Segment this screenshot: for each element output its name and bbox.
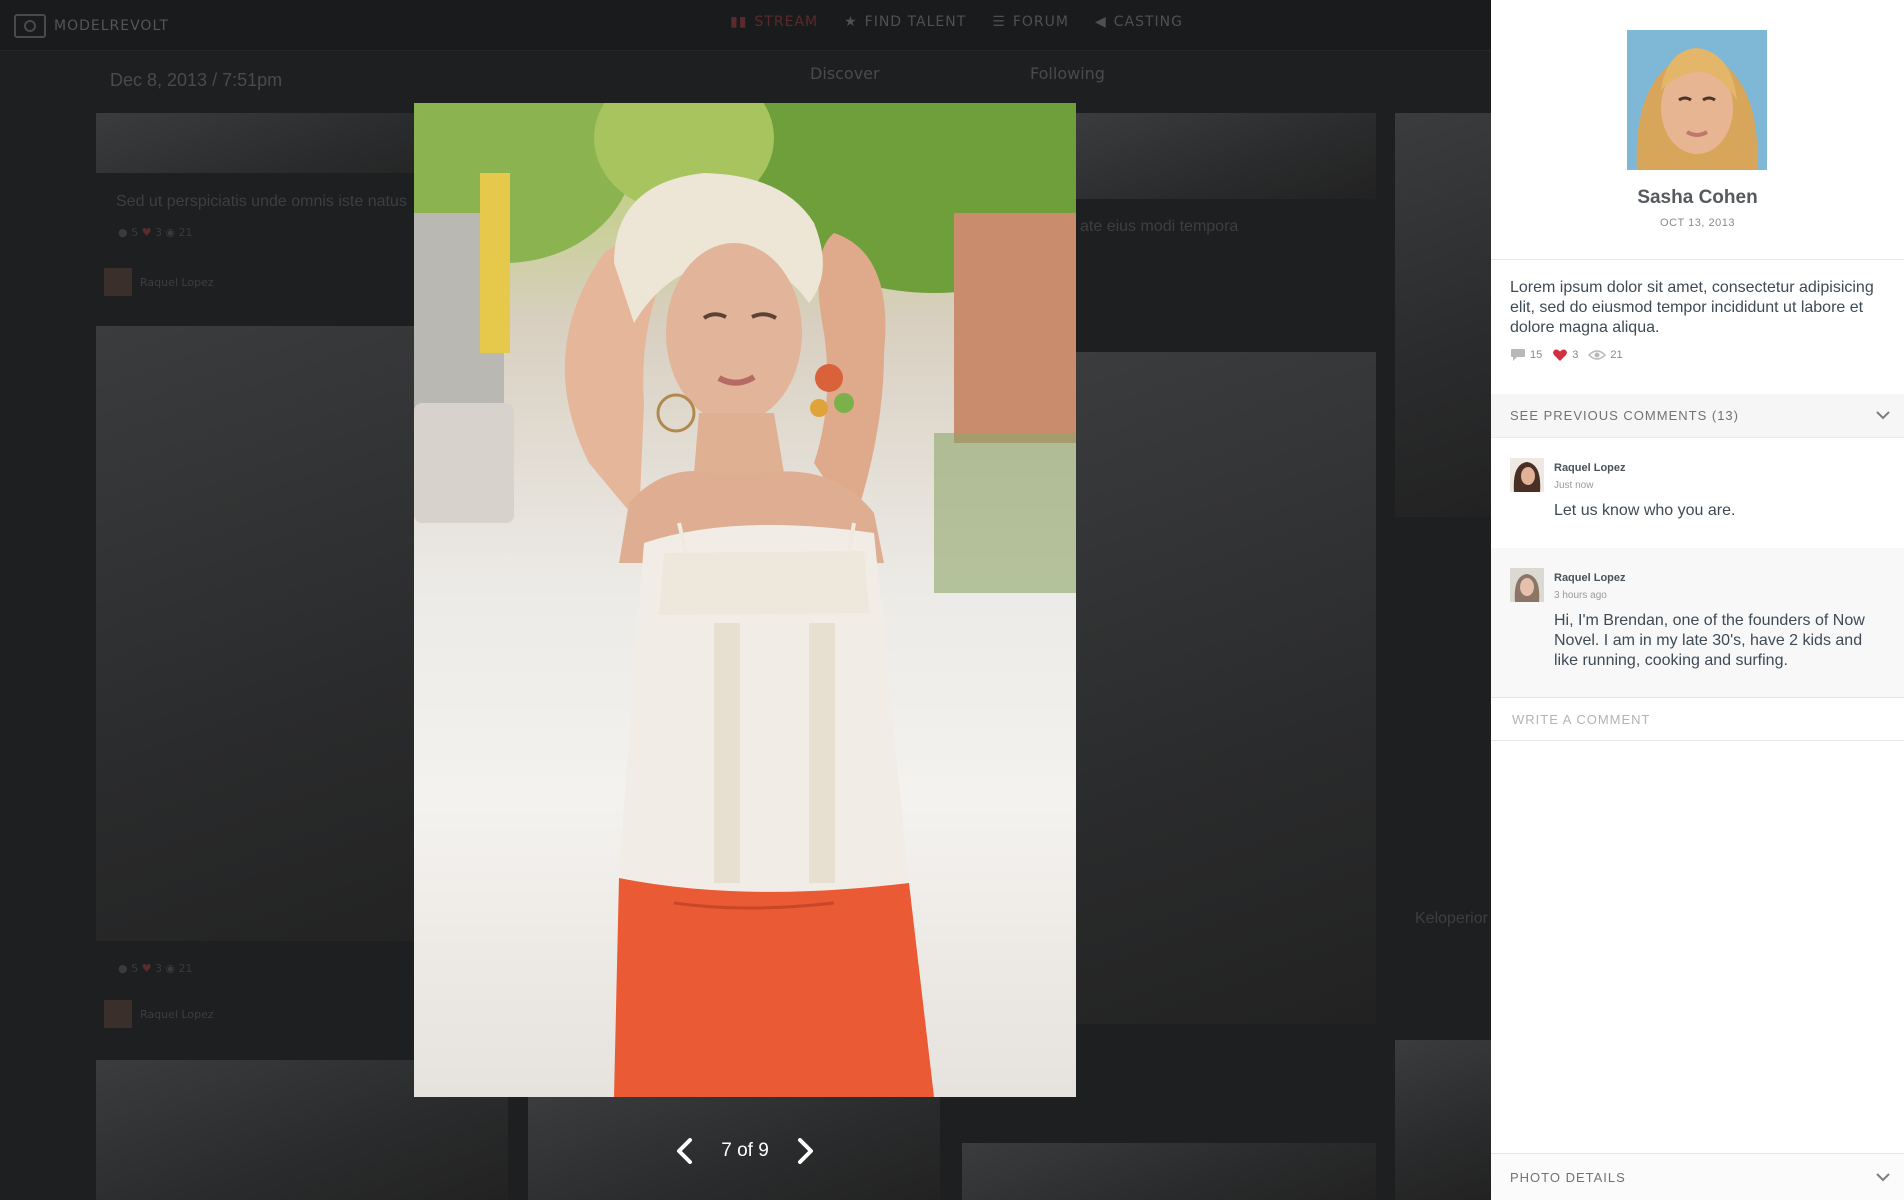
photo-details-toggle[interactable]: PHOTO DETAILS bbox=[1491, 1153, 1904, 1200]
feed-card-text: ate eius modi tempora bbox=[1080, 218, 1239, 235]
chevron-down-icon bbox=[1876, 1172, 1890, 1181]
post-date: Dec 8, 2013 / 7:51pm bbox=[110, 70, 283, 90]
nav-item-casting[interactable]: ◀ CASTING bbox=[1095, 14, 1183, 30]
profile-date: OCT 13, 2013 bbox=[1660, 217, 1735, 229]
feed-card-stats: ● 5 ♥ 3 ◉ 21 bbox=[118, 962, 193, 975]
nav-label: FORUM bbox=[1012, 14, 1069, 30]
heart-icon bbox=[1553, 349, 1568, 361]
nav-item-forum[interactable]: ☰ FORUM bbox=[992, 14, 1069, 30]
heart-icon: ♥ bbox=[141, 226, 152, 239]
comment-text: Let us know who you are. bbox=[1554, 502, 1736, 519]
comment-item: Raquel Lopez 3 hours ago Hi, I'm Brendan… bbox=[1491, 548, 1904, 697]
list-icon: ☰ bbox=[992, 14, 1006, 30]
model-figure bbox=[564, 173, 934, 1097]
avatar-image bbox=[1510, 568, 1544, 602]
photo-details-label: PHOTO DETAILS bbox=[1510, 1169, 1626, 1185]
feed-card-stats: ● 5 ♥ 3 ◉ 21 bbox=[118, 226, 193, 239]
feed-card-author: Raquel Lopez bbox=[104, 1000, 214, 1028]
feed-photo bbox=[1076, 113, 1376, 199]
comment-text: Hi, I'm Brendan, one of the founders of … bbox=[1554, 612, 1865, 669]
eye-icon bbox=[1588, 350, 1607, 360]
stream-icon: ▮▮ bbox=[730, 14, 748, 30]
avatar-image bbox=[1510, 458, 1544, 492]
comment-author[interactable]: Raquel Lopez bbox=[1554, 572, 1626, 584]
comment-time: 3 hours ago bbox=[1554, 590, 1607, 601]
avatar bbox=[104, 1000, 132, 1028]
stat-value: 15 bbox=[1530, 349, 1543, 361]
feed-photo bbox=[1076, 352, 1376, 1024]
stat-value: 21 bbox=[1610, 349, 1623, 361]
megaphone-icon: ◀ bbox=[1094, 14, 1107, 30]
author-name: Raquel Lopez bbox=[140, 1007, 214, 1021]
lightbox-pager: 7 of 9 bbox=[670, 1133, 820, 1169]
feed-photo bbox=[1395, 113, 1491, 517]
comment-author[interactable]: Raquel Lopez bbox=[1554, 462, 1626, 474]
tab-label: Discover bbox=[810, 64, 880, 83]
avatar-image bbox=[1627, 30, 1767, 170]
chevron-left-icon bbox=[677, 1138, 692, 1164]
heart-icon: ♥ bbox=[141, 962, 152, 975]
nav-item-find-talent[interactable]: ★ FIND TALENT bbox=[844, 14, 966, 30]
feed-card-text: Keloperior bbox=[1415, 910, 1488, 927]
lightbox-photo[interactable] bbox=[414, 103, 1076, 1097]
previous-photo-button[interactable] bbox=[670, 1133, 698, 1169]
camera-icon bbox=[14, 14, 46, 38]
next-photo-button[interactable] bbox=[792, 1133, 820, 1169]
tab-label: Following bbox=[1030, 64, 1105, 83]
logo-text: MODELREVOLT bbox=[54, 18, 169, 34]
photo-description: Lorem ipsum dolor sit amet, consectetur … bbox=[1510, 279, 1874, 336]
nav-label: FIND TALENT bbox=[864, 14, 967, 30]
feed-card-author: Raquel Lopez bbox=[104, 268, 214, 296]
chevron-right-icon bbox=[797, 1138, 813, 1164]
avatar[interactable] bbox=[1510, 458, 1544, 492]
photo-stats: 15 3 21 bbox=[1510, 348, 1623, 362]
comments-count[interactable]: 15 bbox=[1510, 348, 1542, 362]
main-nav: ▮▮ STREAM ★ FIND TALENT ☰ FORUM ◀ CASTIN… bbox=[730, 14, 1183, 30]
photo-counter: 7 of 9 bbox=[721, 1140, 769, 1161]
feed-photo bbox=[1395, 1040, 1491, 1200]
avatar bbox=[104, 268, 132, 296]
nav-label: STREAM bbox=[754, 14, 819, 30]
see-previous-comments-button[interactable]: SEE PREVIOUS COMMENTS (13) bbox=[1491, 394, 1904, 438]
photo-sidebar: Sasha Cohen OCT 13, 2013 Lorem ipsum dol… bbox=[1491, 0, 1904, 1200]
tab-discover[interactable]: Discover bbox=[810, 64, 880, 83]
comment-input[interactable] bbox=[1510, 710, 1885, 728]
feed-card-text: Sed ut perspiciatis unde omnis iste natu… bbox=[116, 193, 407, 210]
feed-photo bbox=[962, 1143, 1376, 1200]
app-logo[interactable]: MODELREVOLT bbox=[14, 14, 169, 38]
star-icon: ★ bbox=[844, 14, 858, 30]
views-count: 21 bbox=[1588, 349, 1623, 361]
write-comment-field[interactable] bbox=[1491, 697, 1904, 741]
comment-item: Raquel Lopez Just now Let us know who yo… bbox=[1491, 438, 1904, 547]
author-name: Raquel Lopez bbox=[140, 275, 214, 289]
chevron-down-icon bbox=[1876, 411, 1890, 420]
tab-following[interactable]: Following bbox=[1030, 64, 1105, 83]
comment-icon bbox=[1511, 349, 1525, 361]
nav-label: CASTING bbox=[1113, 14, 1183, 30]
profile-avatar[interactable] bbox=[1627, 30, 1767, 170]
comment-time: Just now bbox=[1554, 480, 1594, 491]
nav-item-stream[interactable]: ▮▮ STREAM bbox=[730, 14, 818, 30]
previous-comments-label: SEE PREVIOUS COMMENTS (13) bbox=[1510, 408, 1739, 423]
profile-name[interactable]: Sasha Cohen bbox=[1491, 187, 1904, 209]
avatar[interactable] bbox=[1510, 568, 1544, 602]
profile-section: Sasha Cohen OCT 13, 2013 bbox=[1491, 0, 1904, 260]
stat-value: 3 bbox=[1572, 349, 1579, 361]
likes-count[interactable]: 3 bbox=[1552, 348, 1578, 362]
